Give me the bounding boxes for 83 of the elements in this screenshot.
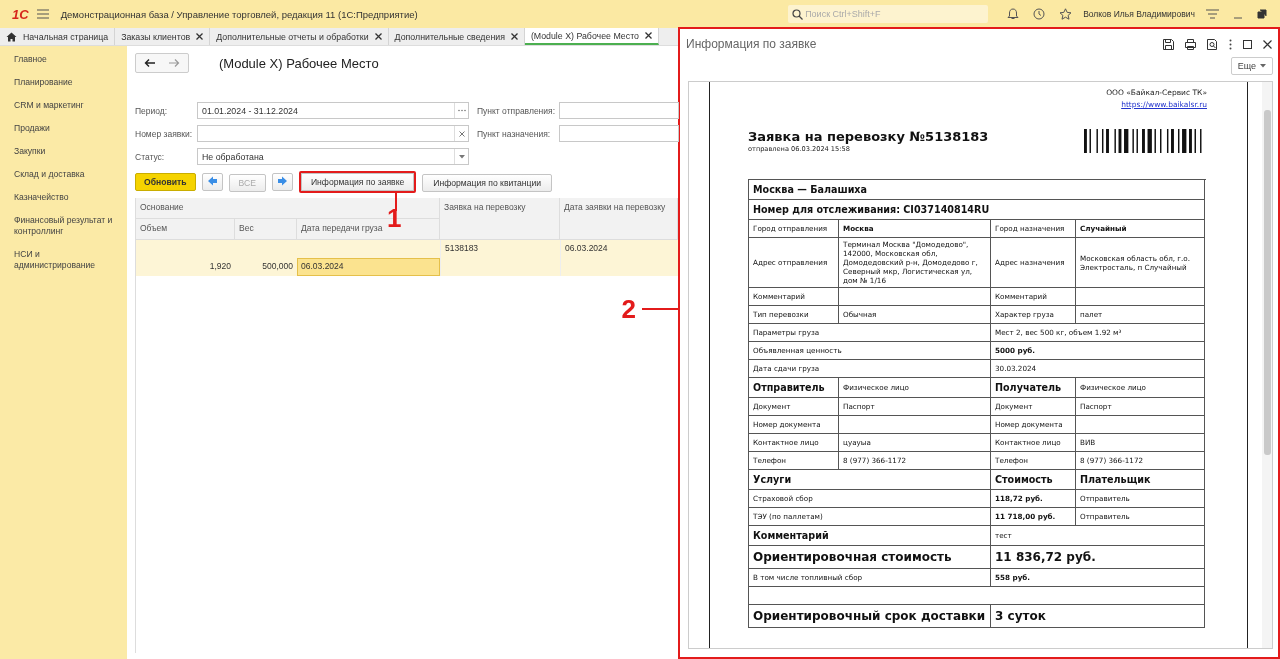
action-button[interactable]: Информация по заявке	[298, 171, 417, 193]
window-title: Демонстрационная база / Управление торговлей, редакция 11 (1С:Предприятие)	[60, 8, 419, 20]
clear-icon[interactable]	[458, 130, 465, 137]
annotation-number: 2	[621, 296, 636, 322]
tab[interactable]: Начальная страница	[0, 28, 116, 45]
preview-icon[interactable]	[1207, 38, 1218, 50]
document-text: Ориентировочная стоимость	[749, 546, 991, 569]
document-text: Стоимость	[991, 470, 1076, 490]
sidebar-item[interactable]: Финансовый результат и контроллинг	[14, 215, 127, 237]
restore-icon[interactable]	[1257, 9, 1267, 19]
dropdown-icon[interactable]	[458, 154, 465, 159]
sidebar-item[interactable]: Закупки	[14, 146, 127, 157]
bell-icon[interactable]	[1007, 8, 1020, 20]
document-text: Получатель	[991, 378, 1076, 398]
sidebar-item[interactable]: Склад и доставка	[14, 169, 127, 180]
column-header: Заявка на перевозку	[440, 198, 560, 240]
search-field[interactable]: Поиск Ctrl+Shift+F	[788, 5, 989, 23]
tab[interactable]: (Module X) Рабочее Место	[524, 28, 659, 45]
table-cell: 500,000	[235, 258, 297, 276]
document-text: Ориентировочный срок доставки	[749, 605, 991, 628]
document-text: Плательщик	[1076, 470, 1205, 490]
tab[interactable]: Дополнительные сведения	[388, 28, 525, 45]
field-label: Период:	[135, 105, 169, 116]
sidebar-item[interactable]: Казначейство	[14, 192, 127, 203]
document-text: 11 836,72 руб.	[991, 546, 1205, 569]
field-label: Номер заявки:	[135, 128, 194, 139]
document-text: 3 суток	[991, 605, 1205, 628]
tab[interactable]: Заказы клиентов	[115, 28, 211, 45]
input-field[interactable]	[559, 102, 679, 119]
column-header: Объем	[136, 219, 235, 240]
save-icon[interactable]	[1163, 38, 1174, 50]
form-title: (Module X) Рабочее Место	[219, 55, 379, 71]
scrollbar-thumb[interactable]	[1263, 110, 1271, 455]
history-icon[interactable]	[1033, 8, 1046, 20]
document-text: Комментарий	[749, 526, 991, 546]
sidebar-item[interactable]: CRM и маркетинг	[14, 100, 127, 111]
table-cell: 5138183	[440, 240, 560, 276]
more-button[interactable]: Еще	[1230, 57, 1273, 75]
document-text: Услуги	[749, 470, 991, 490]
column-header: Дата заявки на перевозку	[560, 198, 678, 240]
search-icon	[792, 9, 804, 20]
print-icon[interactable]	[1185, 38, 1196, 50]
sidebar-item[interactable]: Главное	[14, 54, 127, 65]
document-text: Отправитель	[749, 378, 839, 398]
refresh-button[interactable]: Обновить	[135, 173, 196, 191]
dropdown-icon	[1260, 64, 1266, 68]
back-arrow-icon[interactable]	[144, 58, 156, 68]
right-arrow-icon	[277, 176, 287, 186]
table-cell[interactable]: 06.03.2024	[297, 258, 440, 276]
close-icon[interactable]	[510, 33, 518, 40]
sidebar-item[interactable]: Продажи	[14, 123, 127, 134]
column-header: Вес	[235, 219, 297, 240]
close-icon[interactable]	[644, 32, 652, 39]
close-icon[interactable]	[1263, 39, 1272, 49]
next-button[interactable]	[271, 173, 293, 191]
navigation-buttons[interactable]	[135, 53, 189, 73]
panel-title: Информация по заявке	[686, 37, 817, 51]
sidebar-item[interactable]: Планирование	[14, 77, 127, 88]
star-icon[interactable]	[1059, 8, 1073, 20]
table-cell: 1,920	[136, 258, 235, 276]
home-icon	[6, 31, 17, 42]
user-name[interactable]: Волков Илья Владимирович	[1083, 9, 1195, 19]
tab[interactable]: Дополнительные отчеты и обработки	[210, 28, 389, 45]
field-label: Статус:	[135, 151, 166, 162]
table-cell: 06.03.2024	[560, 240, 678, 276]
input-field[interactable]	[197, 125, 469, 142]
close-icon[interactable]	[196, 33, 204, 40]
input-field[interactable]: Не обработана	[197, 148, 469, 165]
sidebar-item[interactable]: НСИ и администрирование	[14, 249, 127, 271]
previous-button[interactable]	[201, 173, 223, 191]
close-icon[interactable]	[374, 33, 382, 40]
app-logo[interactable]: 1С	[12, 6, 29, 22]
left-arrow-icon	[207, 176, 217, 186]
field-label: Пункт назначения:	[477, 128, 552, 139]
document-text: Москва — Балашиха	[749, 180, 1205, 200]
document-text: Номер для отслеживания: CI037140814RU	[749, 200, 1205, 220]
field-label: Пункт отправления:	[477, 105, 557, 116]
document-title: Заявка на перевозку №5138183	[748, 129, 989, 144]
more-icon[interactable]	[1229, 38, 1232, 50]
action-button[interactable]: Информация по квитанции	[422, 174, 553, 192]
input-field[interactable]: 01.01.2024 - 31.12.2024	[197, 102, 469, 119]
maximize-icon[interactable]	[1243, 39, 1252, 49]
input-field[interactable]	[559, 125, 679, 142]
